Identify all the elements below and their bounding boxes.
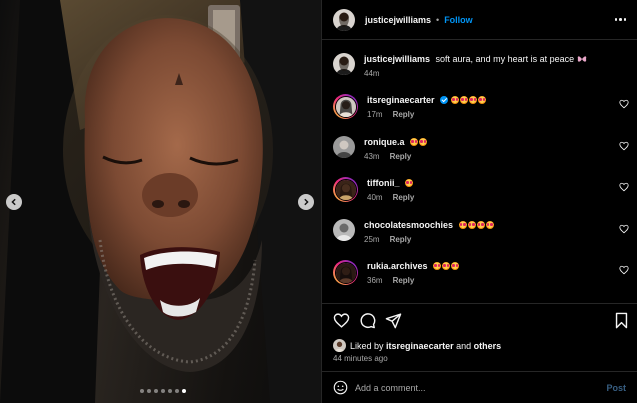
comment-time: 40m bbox=[367, 193, 383, 202]
heart-eyes-emoji-icon bbox=[405, 179, 413, 187]
comment-time: 25m bbox=[364, 235, 380, 244]
commenter-avatar[interactable] bbox=[334, 261, 357, 284]
post-media[interactable] bbox=[0, 0, 321, 403]
reply-button[interactable]: Reply bbox=[393, 193, 415, 202]
carousel-dot-active bbox=[182, 389, 186, 393]
next-photo-button[interactable] bbox=[298, 194, 314, 210]
comment-time: 17m bbox=[367, 110, 383, 119]
more-options-icon[interactable] bbox=[614, 18, 626, 21]
emoji-picker-icon[interactable] bbox=[333, 380, 348, 395]
heart-eyes-emoji-icon bbox=[451, 262, 460, 270]
commenter-avatar[interactable] bbox=[334, 95, 357, 118]
carousel-dot bbox=[140, 389, 144, 393]
post-side-panel: justicejwilliams • Follow justicejwillia… bbox=[321, 0, 637, 403]
liked-by-user[interactable]: itsreginaecarter bbox=[386, 341, 454, 351]
heart-eyes-emoji-icon bbox=[419, 138, 428, 146]
commenter-avatar[interactable] bbox=[333, 136, 355, 158]
post-comment-button[interactable]: Post bbox=[606, 383, 626, 393]
author-username[interactable]: justicejwilliams bbox=[365, 15, 431, 25]
reply-button[interactable]: Reply bbox=[393, 110, 415, 119]
carousel-dot bbox=[168, 389, 172, 393]
post-timestamp: 44 minutes ago bbox=[333, 354, 388, 363]
share-icon[interactable] bbox=[385, 312, 402, 329]
bookmark-icon[interactable] bbox=[613, 312, 630, 329]
reply-button[interactable]: Reply bbox=[390, 235, 412, 244]
caption-avatar[interactable] bbox=[333, 53, 355, 75]
heart-eyes-emoji-icon bbox=[478, 96, 487, 104]
comment-row: itsreginaecarter 17m Reply bbox=[333, 94, 633, 119]
caption-username[interactable]: justicejwilliams bbox=[364, 54, 433, 64]
comment-time: 43m bbox=[364, 152, 380, 161]
verified-badge-icon bbox=[440, 96, 449, 104]
liked-by-prefix: Liked by bbox=[350, 340, 384, 351]
heart-eyes-emoji-icon bbox=[451, 96, 460, 104]
previous-photo-button[interactable] bbox=[6, 194, 22, 210]
heart-eyes-emoji-icon bbox=[433, 262, 442, 270]
chevron-right-icon bbox=[304, 198, 309, 206]
heart-eyes-emoji-icon bbox=[469, 96, 478, 104]
liker-avatar bbox=[333, 339, 346, 352]
reply-button[interactable]: Reply bbox=[393, 276, 415, 285]
add-comment-bar: Post bbox=[322, 371, 637, 403]
comment-username[interactable]: itsreginaecarter bbox=[367, 95, 437, 105]
post-modal: justicejwilliams • Follow justicejwillia… bbox=[0, 0, 637, 403]
liked-by-and: and bbox=[456, 340, 472, 351]
follow-button[interactable]: Follow bbox=[444, 15, 473, 25]
comment-row: chocolatesmoochies 25m Reply bbox=[333, 219, 633, 244]
chevron-left-icon bbox=[11, 198, 16, 206]
heart-eyes-emoji-icon bbox=[458, 221, 467, 229]
comments-list[interactable]: justicejwilliams soft aura, and my heart… bbox=[322, 41, 637, 303]
comment-username[interactable]: ronique.a bbox=[364, 137, 407, 147]
carousel-dot bbox=[175, 389, 179, 393]
caption-text: soft aura, and my heart is at peace bbox=[435, 54, 575, 64]
caption-row: justicejwilliams soft aura, and my heart… bbox=[333, 53, 633, 78]
butterfly-icon bbox=[577, 56, 586, 62]
comment-username[interactable]: tiffonii_ bbox=[367, 178, 402, 188]
heart-eyes-emoji-icon bbox=[485, 221, 494, 229]
heart-eyes-emoji-icon bbox=[467, 221, 476, 229]
comment-row: tiffonii_ 40m Reply bbox=[333, 177, 633, 202]
heart-eyes-emoji-icon bbox=[476, 221, 485, 229]
author-avatar[interactable] bbox=[333, 8, 355, 31]
heart-icon[interactable] bbox=[333, 312, 350, 329]
comment-row: ronique.a 43m Reply bbox=[333, 136, 633, 161]
liked-by-others[interactable]: others bbox=[474, 341, 502, 351]
heart-eyes-emoji-icon bbox=[460, 96, 469, 104]
comment-time: 36m bbox=[367, 276, 383, 285]
caption-time: 44m bbox=[364, 69, 380, 78]
like-comment-heart-icon[interactable] bbox=[619, 224, 629, 234]
comment-row: rukia.archives 36m Reply bbox=[333, 260, 633, 285]
post-actions: Liked by itsreginaecarter and others 44 … bbox=[322, 303, 637, 370]
post-photo bbox=[0, 0, 321, 403]
header-separator: • bbox=[436, 14, 440, 25]
reply-button[interactable]: Reply bbox=[390, 152, 412, 161]
comment-username[interactable]: chocolatesmoochies bbox=[364, 220, 456, 230]
commenter-avatar[interactable] bbox=[333, 219, 355, 241]
carousel-dot bbox=[154, 389, 158, 393]
comment-icon[interactable] bbox=[359, 312, 376, 329]
action-icons bbox=[333, 312, 631, 332]
carousel-dot bbox=[161, 389, 165, 393]
heart-eyes-emoji-icon bbox=[410, 138, 419, 146]
commenter-avatar[interactable] bbox=[334, 178, 357, 201]
liked-by[interactable]: Liked by itsreginaecarter and others bbox=[333, 339, 501, 352]
like-comment-heart-icon[interactable] bbox=[619, 99, 629, 109]
add-comment-input[interactable] bbox=[355, 382, 585, 393]
like-comment-heart-icon[interactable] bbox=[619, 182, 629, 192]
carousel-dot bbox=[147, 389, 151, 393]
carousel-dots bbox=[140, 389, 186, 393]
like-comment-heart-icon[interactable] bbox=[619, 265, 629, 275]
heart-eyes-emoji-icon bbox=[442, 262, 451, 270]
comment-username[interactable]: rukia.archives bbox=[367, 261, 430, 271]
post-header: justicejwilliams • Follow bbox=[322, 0, 637, 40]
like-comment-heart-icon[interactable] bbox=[619, 141, 629, 151]
